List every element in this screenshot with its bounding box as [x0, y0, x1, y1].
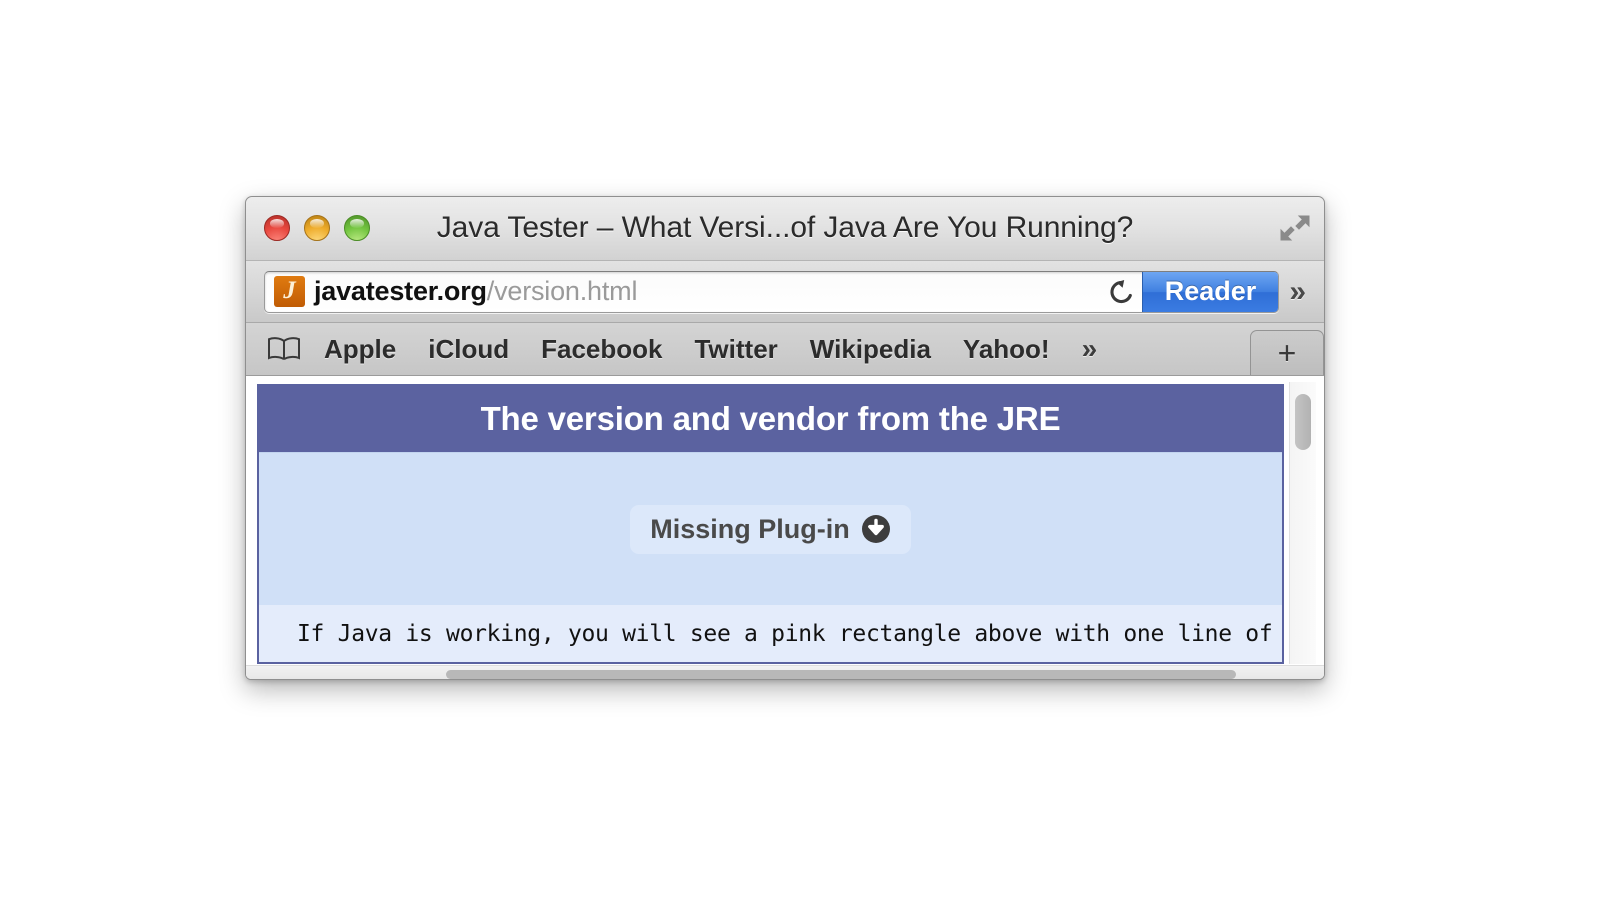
- horizontal-scrollbar-thumb[interactable]: [446, 670, 1236, 679]
- reader-button[interactable]: Reader: [1141, 271, 1279, 312]
- page-content: The version and vendor from the JRE Miss…: [246, 376, 1324, 679]
- jre-panel-title: The version and vendor from the JRE: [259, 386, 1282, 452]
- vertical-scrollbar-thumb[interactable]: [1295, 394, 1311, 450]
- horizontal-scrollbar[interactable]: [246, 665, 1324, 679]
- bookmark-icloud[interactable]: iCloud: [428, 334, 509, 365]
- url-path: /version.html: [486, 276, 638, 306]
- bookmark-apple[interactable]: Apple: [324, 334, 396, 365]
- url-toolbar: J javatester.org/version.html Reader »: [246, 261, 1324, 323]
- bookmark-facebook[interactable]: Facebook: [541, 334, 662, 365]
- reload-icon[interactable]: [1100, 272, 1142, 312]
- browser-window: Java Tester – What Versi...of Java Are Y…: [245, 196, 1325, 680]
- fullscreen-arrows-icon[interactable]: [1280, 213, 1310, 243]
- bookmark-wikipedia[interactable]: Wikipedia: [810, 334, 931, 365]
- new-tab-button[interactable]: +: [1250, 330, 1324, 375]
- site-favicon-icon: J: [274, 276, 305, 307]
- bookmark-yahoo[interactable]: Yahoo!: [963, 334, 1050, 365]
- vertical-scrollbar[interactable]: [1289, 382, 1316, 664]
- java-applet-area: Missing Plug-in: [259, 452, 1282, 605]
- window-title: Java Tester – What Versi...of Java Are Y…: [436, 211, 1134, 244]
- toolbar-overflow-chevron-icon[interactable]: »: [1289, 276, 1306, 307]
- missing-plugin-button[interactable]: Missing Plug-in: [630, 504, 911, 554]
- bookmarks-bar: Apple iCloud Facebook Twitter Wikipedia …: [246, 323, 1324, 376]
- address-bar[interactable]: J javatester.org/version.html Reader: [264, 270, 1280, 313]
- download-circle-icon: [861, 514, 891, 544]
- bookmarks-overflow-chevron-icon[interactable]: »: [1082, 335, 1098, 363]
- jre-description: If Java is working, you will see a pink …: [297, 621, 1284, 647]
- bookmark-twitter[interactable]: Twitter: [694, 334, 777, 365]
- missing-plugin-label: Missing Plug-in: [650, 513, 850, 544]
- title-bar: Java Tester – What Versi...of Java Are Y…: [246, 197, 1324, 261]
- url-host: javatester.org: [314, 276, 487, 306]
- jre-panel: The version and vendor from the JRE Miss…: [257, 384, 1284, 664]
- open-book-icon[interactable]: [266, 336, 302, 362]
- favicon-letter: J: [283, 277, 296, 304]
- url-text: javatester.org/version.html: [314, 276, 637, 307]
